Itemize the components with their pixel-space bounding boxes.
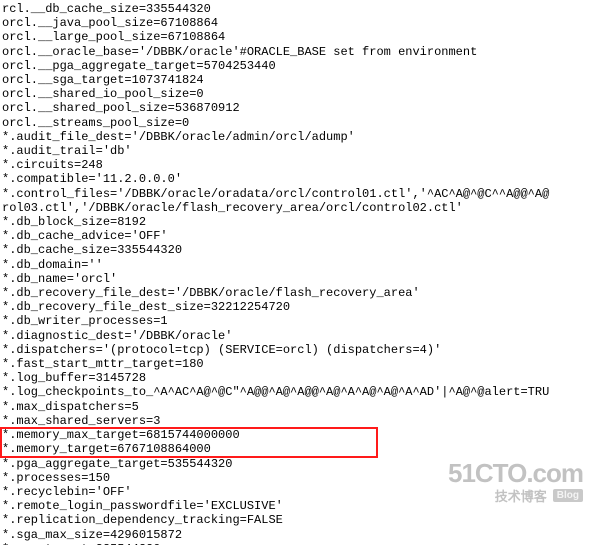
config-line: orcl.__sga_target=1073741824 <box>2 73 589 87</box>
config-line: orcl.__pga_aggregate_target=5704253440 <box>2 59 589 73</box>
config-line: *.remote_login_passwordfile='EXCLUSIVE' <box>2 499 589 513</box>
config-line: rcl.__db_cache_size=335544320 <box>2 2 589 16</box>
config-line: *.db_recovery_file_dest='/DBBK/oracle/fl… <box>2 286 589 300</box>
config-line: *.compatible='11.2.0.0.0' <box>2 172 589 186</box>
config-line: *.dispatchers='(protocol=tcp) (SERVICE=o… <box>2 343 589 357</box>
config-line: *.diagnostic_dest='/DBBK/oracle' <box>2 329 589 343</box>
config-line: *.memory_target=6767108864000 <box>2 442 589 456</box>
config-line: *.db_writer_processes=1 <box>2 314 589 328</box>
config-line: *.audit_file_dest='/DBBK/oracle/admin/or… <box>2 130 589 144</box>
config-line: *.db_domain='' <box>2 258 589 272</box>
config-line: orcl.__oracle_base='/DBBK/oracle'#ORACLE… <box>2 45 589 59</box>
config-line: *.control_files='/DBBK/oracle/oradata/or… <box>2 187 589 201</box>
config-line: *.audit_trail='db' <box>2 144 589 158</box>
config-line: orcl.__java_pool_size=67108864 <box>2 16 589 30</box>
config-line: orcl.__streams_pool_size=0 <box>2 116 589 130</box>
config-line: *.db_cache_advice='OFF' <box>2 229 589 243</box>
config-line: *.circuits=248 <box>2 158 589 172</box>
config-line: *.fast_start_mttr_target=180 <box>2 357 589 371</box>
config-line: *.db_block_size=8192 <box>2 215 589 229</box>
config-line: rol03.ctl','/DBBK/oracle/flash_recovery_… <box>2 201 589 215</box>
config-line: *.recyclebin='OFF' <box>2 485 589 499</box>
config-line: *.max_shared_servers=3 <box>2 414 589 428</box>
terminal-output: rcl.__db_cache_size=335544320orcl.__java… <box>0 0 589 545</box>
config-line: orcl.__shared_pool_size=536870912 <box>2 101 589 115</box>
config-line: *.log_buffer=3145728 <box>2 371 589 385</box>
config-line: *.db_recovery_file_dest_size=32212254720 <box>2 300 589 314</box>
config-line: *.pga_aggregate_target=535544320 <box>2 457 589 471</box>
config-line: *.db_name='orcl' <box>2 272 589 286</box>
config-line: *.sga_max_size=4296015872 <box>2 528 589 542</box>
config-line: *.max_dispatchers=5 <box>2 400 589 414</box>
config-line: *.log_checkpoints_to_^A^AC^A@^@C"^A@@^A@… <box>2 385 589 399</box>
config-line: *.memory_max_target=6815744000000 <box>2 428 589 442</box>
config-line: orcl.__shared_io_pool_size=0 <box>2 87 589 101</box>
config-line: orcl.__large_pool_size=67108864 <box>2 30 589 44</box>
config-line: *.db_cache_size=335544320 <box>2 243 589 257</box>
config-line: *.processes=150 <box>2 471 589 485</box>
config-line: *.replication_dependency_tracking=FALSE <box>2 513 589 527</box>
